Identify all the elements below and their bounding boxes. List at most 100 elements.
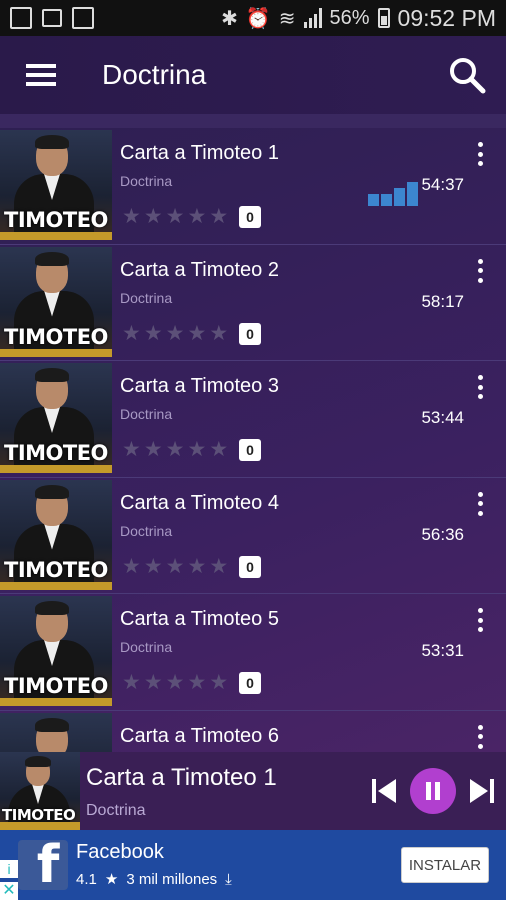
more-options-icon[interactable] — [478, 258, 486, 283]
star-icon: ★ — [165, 205, 185, 228]
rating-stars[interactable]: ★ ★ ★ ★ ★ — [122, 439, 228, 460]
more-options-icon[interactable] — [478, 608, 486, 632]
track-row[interactable]: TIMOTEO Carta a Timoteo 2 Doctrina ★ ★ ★ ★ ★… — [0, 245, 506, 361]
rating-stars[interactable]: ★ ★ ★ ★ ★ — [122, 323, 228, 344]
ad-close-icon[interactable]: ✕ — [0, 882, 18, 900]
star-icon: ★ — [143, 554, 163, 578]
track-thumbnail: TIMOTEO — [0, 130, 112, 240]
next-icon[interactable] — [468, 776, 496, 806]
alarm-icon: ⏰ — [245, 7, 271, 30]
track-duration: 58:17 — [421, 291, 464, 311]
star-icon: ★ — [165, 438, 185, 461]
star-icon: ★ — [187, 438, 207, 461]
track-category: Doctrina — [120, 522, 173, 539]
star-icon: ★ — [209, 438, 229, 461]
facebook-logo-icon: f — [18, 840, 68, 890]
track-title: Carta a Timoteo 6 — [120, 724, 279, 747]
signal-icon — [303, 8, 322, 28]
app-notification-icon — [10, 7, 32, 29]
track-row[interactable]: TIMOTEO Carta a Timoteo 6 Doctrina ★★★★★… — [0, 711, 506, 752]
star-icon: ★ — [187, 554, 207, 578]
mini-player[interactable]: TIMOTEO Carta a Timoteo 1 Doctrina — [0, 752, 506, 830]
star-icon: ★ — [122, 438, 141, 461]
more-options-icon[interactable] — [478, 491, 486, 516]
star-icon: ★ — [209, 671, 229, 694]
ad-banner[interactable]: i ✕ f Facebook 4.1 ★ 3 mil millones ⤓ IN… — [0, 830, 506, 900]
track-title: Carta a Timoteo 3 — [120, 375, 279, 397]
star-icon: ★ — [209, 554, 229, 578]
battery-percent: 56% — [329, 6, 370, 29]
battery-icon — [377, 8, 390, 28]
rating-stars[interactable]: ★ ★ ★ ★ ★ — [122, 672, 228, 693]
list-header-divider — [0, 114, 506, 128]
track-row[interactable]: TIMOTEO Carta a Timoteo 5 Doctrina ★ ★ ★ ★ ★… — [0, 594, 506, 711]
sim-card-icon — [42, 9, 62, 27]
star-icon: ★ — [187, 205, 207, 228]
rating-count: 0 — [239, 439, 261, 461]
track-duration: 53:31 — [421, 641, 464, 660]
search-icon[interactable] — [448, 56, 486, 94]
track-category: Doctrina — [120, 289, 173, 306]
track-thumbnail: TIMOTEO — [0, 712, 112, 752]
track-thumbnail: TIMOTEO — [0, 479, 112, 590]
system-icons: ✱ ⏰ ≋ 56% 09:52 PM — [221, 5, 496, 32]
status-bar: ✱ ⏰ ≋ 56% 09:52 PM — [0, 0, 506, 36]
star-icon: ★ — [209, 205, 229, 228]
ad-meta: 4.1 ★ 3 mil millones ⤓ — [76, 870, 232, 889]
track-thumbnail: TIMOTEO — [0, 363, 112, 473]
track-duration: 53:44 — [421, 408, 464, 427]
rating-count: 0 — [239, 555, 261, 578]
rating-stars[interactable]: ★ ★ ★ ★ ★ — [122, 206, 228, 227]
star-icon: ★ — [187, 321, 207, 345]
ad-app-name: Facebook — [76, 841, 164, 863]
track-list: TIMOTEO Carta a Timoteo 1 Doctrina ★ ★ ★ ★ ★… — [0, 128, 506, 752]
wifi-icon: ≋ — [278, 7, 296, 30]
pause-button[interactable] — [410, 768, 456, 814]
now-playing-equalizer-icon — [368, 180, 418, 206]
star-icon: ★ — [143, 438, 163, 461]
track-category: Doctrina — [120, 406, 173, 422]
star-icon: ★ — [165, 554, 185, 578]
star-icon: ★ — [122, 205, 141, 228]
track-title: Carta a Timoteo 2 — [120, 258, 279, 281]
more-options-icon[interactable] — [478, 724, 486, 749]
more-options-icon[interactable] — [478, 142, 486, 166]
star-icon: ★ — [209, 321, 229, 345]
previous-icon[interactable] — [370, 776, 398, 806]
track-category: Doctrina — [120, 639, 173, 655]
rating-count: 0 — [239, 206, 261, 228]
track-title: Carta a Timoteo 4 — [120, 491, 279, 514]
bluetooth-icon: ✱ — [221, 7, 238, 30]
track-row[interactable]: TIMOTEO Carta a Timoteo 1 Doctrina ★ ★ ★ ★ ★… — [0, 128, 506, 245]
track-category: Doctrina — [120, 173, 173, 189]
star-icon: ★ — [143, 205, 163, 228]
track-row[interactable]: TIMOTEO Carta a Timoteo 4 Doctrina ★ ★ ★ ★ ★… — [0, 478, 506, 594]
track-duration: 54:37 — [421, 175, 464, 194]
star-icon: ★ — [165, 671, 185, 694]
track-thumbnail: TIMOTEO — [0, 246, 112, 357]
download-icon: ⤓ — [225, 870, 232, 888]
menu-icon[interactable] — [26, 64, 56, 86]
app-bar: Doctrina — [0, 36, 506, 114]
ad-downloads: 3 mil millones — [126, 870, 218, 888]
ad-rating: 4.1 — [76, 870, 97, 888]
player-track-title: Carta a Timoteo 1 — [86, 764, 277, 791]
star-icon: ★ — [187, 671, 207, 694]
track-title: Carta a Timoteo 5 — [120, 608, 279, 630]
notification-icons — [10, 7, 94, 29]
star-icon: ★ — [165, 321, 185, 345]
install-button[interactable]: INSTALAR — [401, 847, 489, 883]
star-icon: ★ — [122, 321, 141, 345]
star-icon: ★ — [122, 671, 141, 694]
star-icon: ★ — [104, 871, 119, 888]
track-title: Carta a Timoteo 1 — [120, 142, 279, 164]
star-icon: ★ — [143, 671, 163, 694]
track-row[interactable]: TIMOTEO Carta a Timoteo 3 Doctrina ★ ★ ★ ★ ★… — [0, 361, 506, 478]
player-thumbnail: TIMOTEO — [0, 752, 80, 830]
more-options-icon[interactable] — [478, 375, 486, 399]
ad-info-icon[interactable]: i — [0, 860, 18, 878]
rating-stars[interactable]: ★ ★ ★ ★ ★ — [122, 556, 228, 577]
page-title: Doctrina — [102, 59, 207, 90]
track-duration: 56:36 — [421, 524, 464, 544]
star-icon: ★ — [143, 321, 163, 345]
